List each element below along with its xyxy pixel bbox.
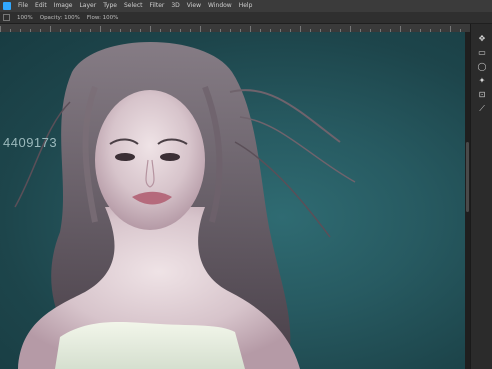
crop-tool-icon[interactable]: ⊡ (477, 90, 487, 99)
menu-item-help[interactable]: Help (239, 0, 253, 12)
menu-item-file[interactable]: File (18, 0, 28, 12)
document-canvas[interactable]: 4409173 (0, 32, 470, 369)
menu-item-layer[interactable]: Layer (79, 0, 96, 12)
menu-item-3d[interactable]: 3D (171, 0, 179, 12)
magic-wand-icon[interactable]: ✦ (477, 76, 487, 85)
move-tool-icon[interactable]: ✥ (477, 34, 487, 43)
zoom-level[interactable]: 100% (17, 15, 33, 21)
tool-preset-icon[interactable] (3, 14, 10, 21)
watermark-number: 4409173 (3, 135, 58, 150)
marquee-tool-icon[interactable]: ▭ (477, 48, 487, 57)
lasso-tool-icon[interactable]: ◯ (477, 62, 487, 71)
menu-item-select[interactable]: Select (124, 0, 143, 12)
flow-field[interactable]: Flow: 100% (87, 15, 119, 21)
photoshop-logo-icon (3, 2, 11, 10)
menu-item-image[interactable]: Image (54, 0, 73, 12)
menu-item-filter[interactable]: Filter (150, 0, 165, 12)
menu-item-edit[interactable]: Edit (35, 0, 47, 12)
tools-panel: ✥ ▭ ◯ ✦ ⊡ ⟋ (470, 24, 492, 369)
menu-item-window[interactable]: Window (208, 0, 232, 12)
portrait-photo (14, 42, 356, 369)
options-bar: 100% Opacity: 100% Flow: 100% (0, 12, 492, 24)
scrollbar-thumb[interactable] (466, 142, 469, 212)
menu-item-type[interactable]: Type (103, 0, 117, 12)
menu-item-view[interactable]: View (187, 0, 201, 12)
opacity-field[interactable]: Opacity: 100% (40, 15, 80, 21)
eyedropper-icon[interactable]: ⟋ (477, 104, 487, 113)
menu-bar: File Edit Image Layer Type Select Filter… (0, 0, 492, 12)
